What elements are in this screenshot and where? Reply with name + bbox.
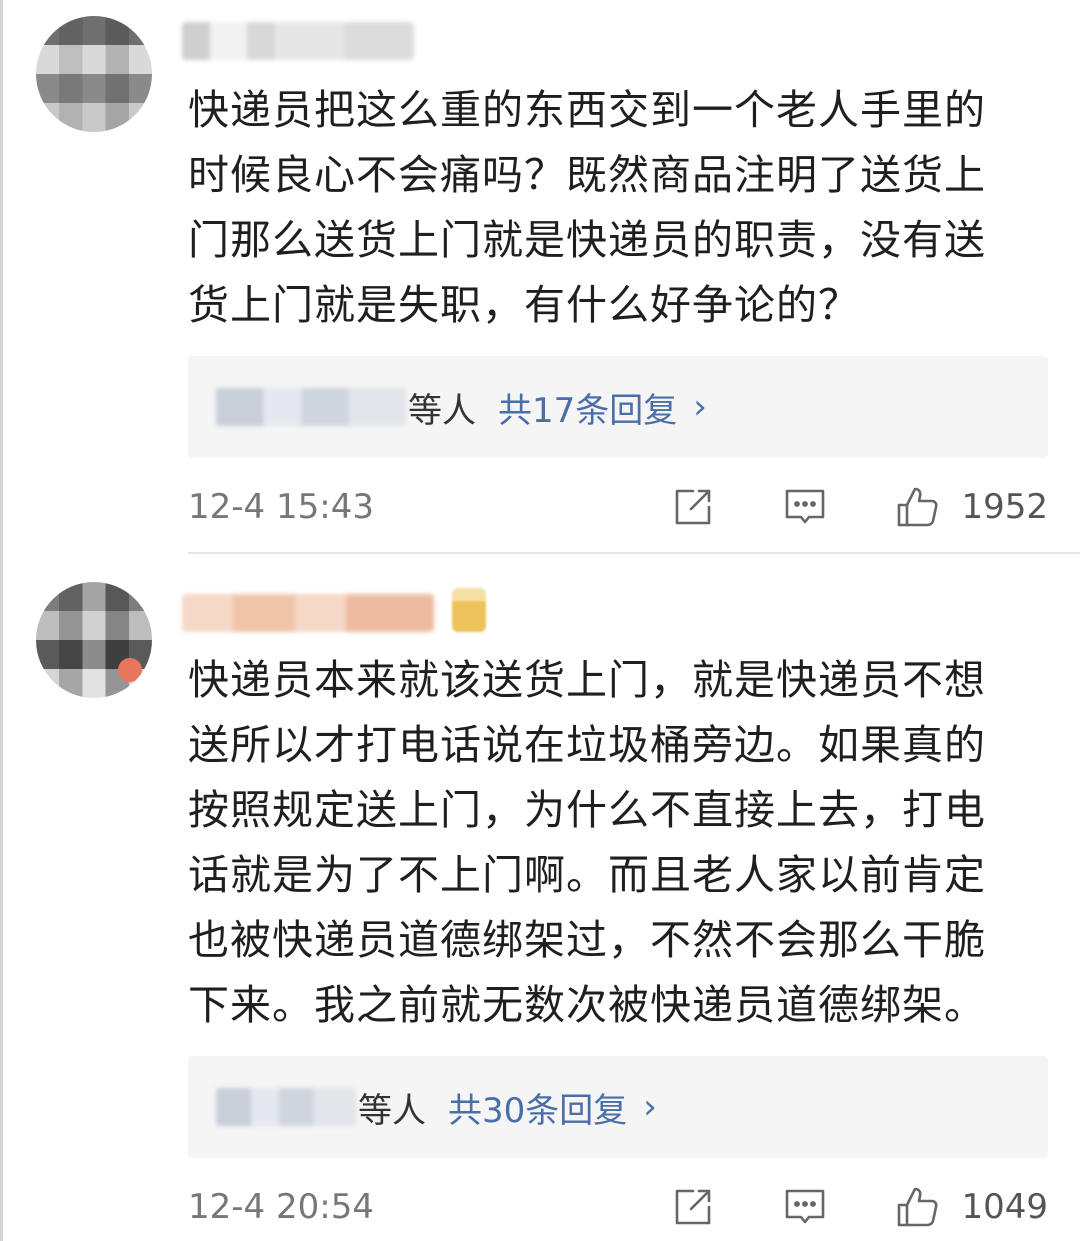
action-bar: 1049: [671, 1185, 1048, 1229]
member-badge-icon: [452, 588, 486, 632]
thumbs-up-icon[interactable]: [895, 1185, 939, 1229]
reply-summary[interactable]: 等人 共30条回复 ›: [188, 1056, 1048, 1158]
avatar[interactable]: [36, 582, 152, 698]
username-blurred[interactable]: [182, 22, 414, 60]
avatar[interactable]: [36, 16, 152, 132]
comment-icon[interactable]: [783, 485, 827, 529]
thumbs-up-icon[interactable]: [895, 485, 939, 529]
reply-names-blurred: [216, 1088, 356, 1126]
timestamp: 12-4 20:54: [188, 1187, 374, 1227]
like-count: 1049: [961, 1187, 1048, 1227]
reply-names-suffix: 等人: [358, 1090, 426, 1131]
reply-count-link[interactable]: 共17条回复: [498, 383, 677, 432]
reply-summary[interactable]: 等人 共17条回复 ›: [188, 356, 1048, 458]
chevron-right-icon: ›: [693, 387, 707, 427]
chevron-right-icon: ›: [643, 1087, 657, 1127]
comment-meta: 12-4 20:54 1049: [188, 1182, 1048, 1232]
comment-text: 快递员本来就该送货上门，就是快递员不想 送所以才打电话说在垃圾桶旁边。如果真的 …: [188, 656, 986, 1029]
avatar-badge: [118, 658, 142, 682]
share-icon[interactable]: [671, 1185, 715, 1229]
share-icon[interactable]: [671, 485, 715, 529]
comment-icon[interactable]: [783, 1185, 827, 1229]
username-blurred[interactable]: [182, 594, 434, 632]
screen-edge: [0, 0, 3, 1241]
reply-names-suffix: 等人: [408, 390, 476, 431]
comment-text: 快递员把这么重的东西交到一个老人手里的 时候良心不会痛吗？既然商品注明了送货上 …: [188, 86, 986, 329]
action-bar: 1952: [671, 485, 1048, 529]
comment-meta: 12-4 15:43 1952: [188, 482, 1048, 532]
reply-count-link[interactable]: 共30条回复: [448, 1083, 627, 1132]
reply-names-blurred: [216, 388, 406, 426]
like-count: 1952: [961, 487, 1048, 527]
timestamp: 12-4 15:43: [188, 487, 374, 527]
divider: [188, 552, 1080, 554]
